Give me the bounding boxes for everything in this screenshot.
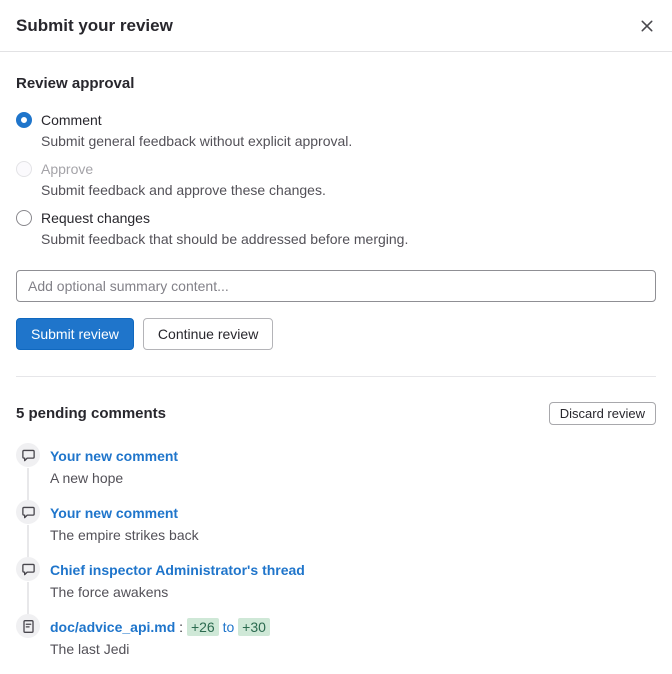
- line-range-connector: to: [223, 619, 235, 635]
- pending-comments-list: Your new comment A new hope Your new com…: [16, 446, 656, 674]
- comment-bubble-icon: [16, 557, 40, 581]
- pending-comment-text: A new hope: [50, 468, 656, 488]
- comment-item: Chief inspector Administrator's thread T…: [16, 560, 656, 617]
- radio-disabled-icon: [16, 161, 32, 177]
- comment-item: Your new comment A new hope: [16, 446, 656, 503]
- pending-file-link[interactable]: doc/advice_api.md: [50, 619, 175, 635]
- submit-review-button[interactable]: Submit review: [16, 318, 134, 350]
- comment-item: Your new comment The empire strikes back: [16, 503, 656, 560]
- pending-thread-link[interactable]: Chief inspector Administrator's thread: [50, 562, 305, 578]
- radio-description: Submit feedback that should be addressed…: [41, 229, 656, 249]
- close-button[interactable]: [636, 15, 658, 37]
- line-number-to-badge: +30: [238, 618, 270, 636]
- radio-request-changes[interactable]: Request changes: [16, 208, 656, 228]
- pending-comment-link[interactable]: Your new comment: [50, 505, 178, 521]
- radio-label: Request changes: [41, 208, 150, 228]
- pending-comment-text: The force awakens: [50, 582, 656, 602]
- radio-option-comment: Comment Submit general feedback without …: [16, 110, 656, 151]
- comment-bubble-icon: [16, 500, 40, 524]
- radio-comment[interactable]: Comment: [16, 110, 656, 130]
- pending-comments-heading: 5 pending comments: [16, 405, 166, 422]
- actions-row: Submit review Continue review: [16, 318, 656, 350]
- pending-comment-text: The empire strikes back: [50, 525, 656, 545]
- file-document-icon: [16, 614, 40, 638]
- radio-selected-icon[interactable]: [16, 112, 32, 128]
- submit-review-dialog: Submit your review Review approval Comme…: [0, 0, 672, 674]
- approval-heading: Review approval: [16, 75, 656, 92]
- pending-comments-header: 5 pending comments Discard review: [16, 402, 656, 425]
- dialog-title: Submit your review: [16, 16, 173, 36]
- radio-option-approve: Approve Submit feedback and approve thes…: [16, 159, 656, 200]
- section-divider: [16, 376, 656, 377]
- file-line-separator: :: [179, 619, 183, 635]
- comment-bubble-icon: [16, 443, 40, 467]
- summary-input[interactable]: [16, 270, 656, 302]
- continue-review-button[interactable]: Continue review: [143, 318, 273, 350]
- radio-option-request-changes: Request changes Submit feedback that sho…: [16, 208, 656, 249]
- comment-item-file: doc/advice_api.md : +26 to +30 The last …: [16, 617, 656, 674]
- approval-radio-group: Comment Submit general feedback without …: [16, 110, 656, 249]
- close-icon: [638, 23, 656, 38]
- radio-description: Submit general feedback without explicit…: [41, 131, 656, 151]
- dialog-body: Review approval Comment Submit general f…: [0, 75, 672, 674]
- discard-review-button[interactable]: Discard review: [549, 402, 656, 425]
- radio-label: Comment: [41, 110, 102, 130]
- radio-label: Approve: [41, 159, 93, 179]
- radio-unselected-icon[interactable]: [16, 210, 32, 226]
- pending-comment-text: The last Jedi: [50, 639, 656, 659]
- dialog-header: Submit your review: [0, 0, 672, 52]
- radio-approve[interactable]: Approve: [16, 159, 656, 179]
- line-number-from-badge: +26: [187, 618, 219, 636]
- radio-description: Submit feedback and approve these change…: [41, 180, 656, 200]
- pending-comment-link[interactable]: Your new comment: [50, 448, 178, 464]
